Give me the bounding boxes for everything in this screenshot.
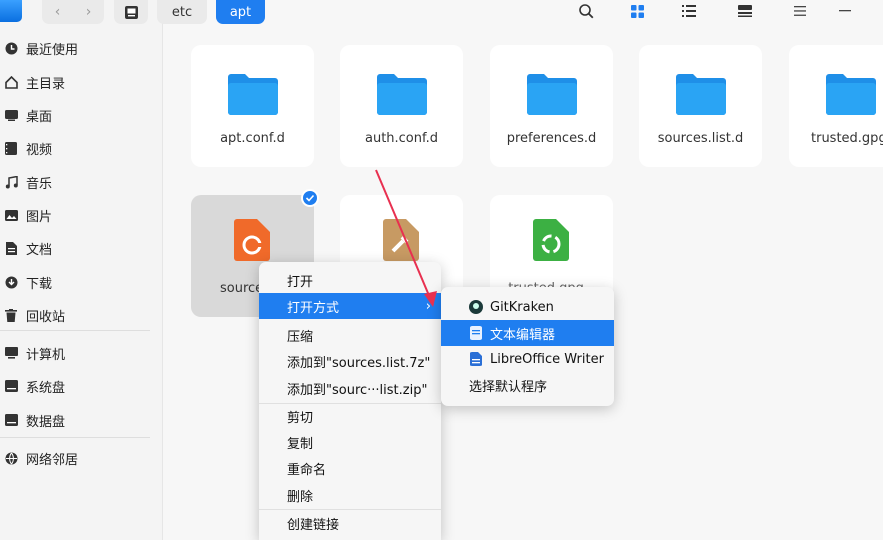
annotation-arrow: [375, 169, 437, 307]
